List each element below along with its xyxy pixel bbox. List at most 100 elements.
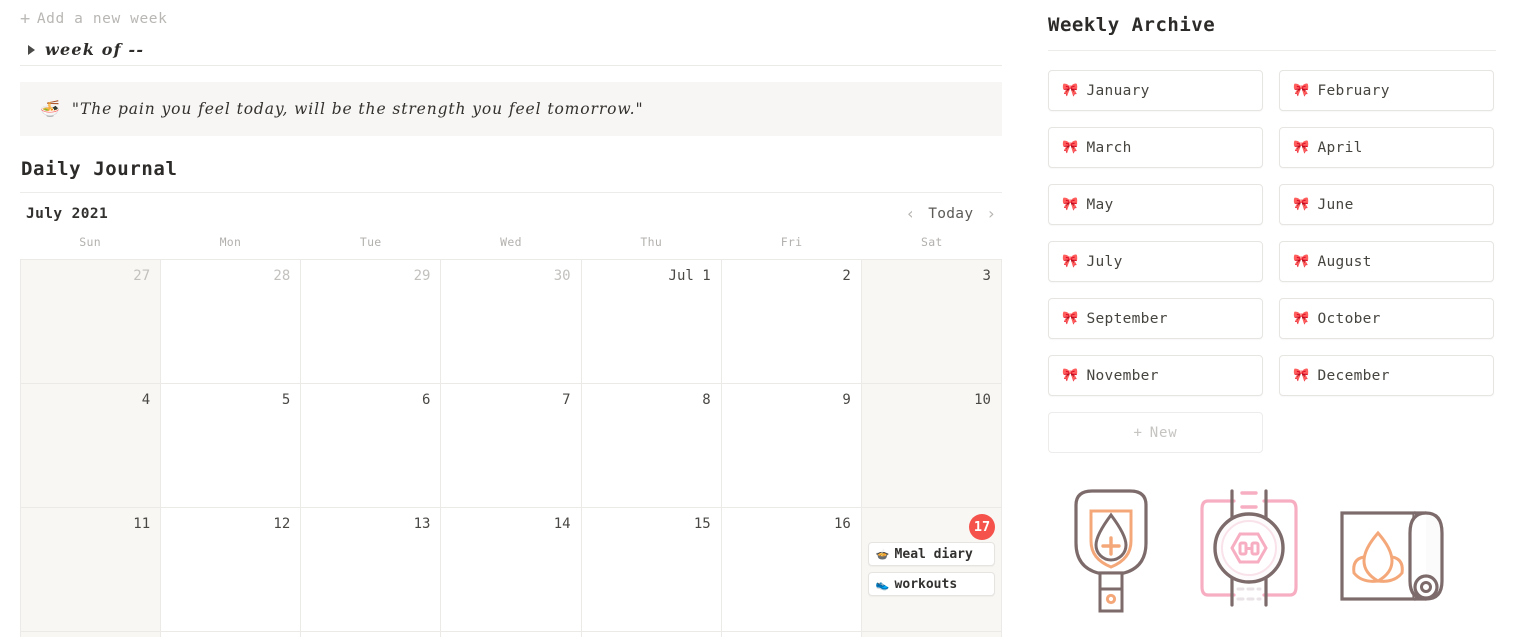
- chevron-right-icon[interactable]: [28, 44, 35, 55]
- calendar-week-row: [20, 632, 1002, 637]
- calendar-week-row: 4 5 6 7 8 9 10: [20, 384, 1002, 508]
- calendar-day-cell[interactable]: 16: [721, 508, 862, 631]
- archive-month-label: November: [1086, 367, 1159, 384]
- calendar-event-label: Meal diary: [894, 546, 973, 562]
- calendar-day-cell[interactable]: [581, 632, 722, 637]
- yoga-mat-illustration: [1340, 511, 1444, 601]
- calendar: July 2021 ‹ Today › Sun Mon Tue Wed Thu Fri Sa…: [20, 193, 1002, 637]
- calendar-day-number: 29: [413, 268, 431, 284]
- calendar-day-number: 15: [693, 516, 711, 532]
- ribbon-icon: 🎀: [1293, 368, 1310, 383]
- new-page-button[interactable]: + New: [1048, 412, 1263, 453]
- archive-month-label: April: [1317, 139, 1363, 156]
- today-button[interactable]: Today: [928, 206, 973, 222]
- calendar-day-cell[interactable]: [861, 632, 1002, 637]
- calendar-event-chip[interactable]: 👟 workouts: [867, 572, 995, 596]
- calendar-grid: 27 28 29 30 Jul 1 2 3 4 5 6 7 8 9 10 11 12 13 14 15 16 17 🍲 Me…: [20, 259, 1002, 637]
- calendar-day-header: Fri: [780, 235, 803, 249]
- journal-panel: + Add a new week week of -- 🍜 "The pain …: [0, 0, 1020, 637]
- calendar-day-number: 13: [413, 516, 431, 532]
- archive-month-button[interactable]: 🎀 June: [1279, 184, 1494, 225]
- archive-month-button[interactable]: 🎀 April: [1279, 127, 1494, 168]
- archive-month-button[interactable]: 🎀 July: [1048, 241, 1263, 282]
- divider: [20, 65, 1002, 66]
- calendar-day-cell[interactable]: 29: [301, 260, 442, 383]
- calendar-day-cell[interactable]: 27: [20, 260, 162, 383]
- calendar-day-cell[interactable]: 15: [581, 508, 722, 631]
- calendar-day-header: Sat: [920, 235, 943, 249]
- calendar-day-number: 2: [842, 268, 851, 284]
- chevron-right-icon[interactable]: ›: [986, 206, 996, 222]
- weekly-archive-panel: Weekly Archive 🎀 January 🎀 February 🎀 March 🎀 A…: [1020, 0, 1522, 637]
- archive-month-button[interactable]: 🎀 December: [1279, 355, 1494, 396]
- food-bowl-icon: 🍜: [40, 99, 60, 118]
- calendar-day-cell[interactable]: 9: [721, 384, 862, 507]
- ribbon-icon: 🎀: [1062, 197, 1079, 212]
- calendar-day-headers: Sun Mon Tue Wed Thu Fri Sat: [20, 235, 1002, 259]
- week-toggle-label: week of --: [45, 40, 145, 59]
- calendar-day-header: Mon: [219, 235, 242, 249]
- calendar-day-cell[interactable]: [441, 632, 582, 637]
- new-page-label: New: [1149, 424, 1178, 441]
- archive-month-button[interactable]: 🎀 August: [1279, 241, 1494, 282]
- ribbon-icon: 🎀: [1062, 83, 1079, 98]
- archive-month-button[interactable]: 🎀 November: [1048, 355, 1263, 396]
- calendar-day-cell[interactable]: 2: [721, 260, 862, 383]
- calendar-day-cell[interactable]: 3: [861, 260, 1002, 383]
- ribbon-icon: 🎀: [1062, 254, 1079, 269]
- ribbon-icon: 🎀: [1293, 311, 1310, 326]
- calendar-day-number: 4: [141, 392, 151, 408]
- archive-month-button[interactable]: 🎀 September: [1048, 298, 1263, 339]
- illustration-row: [1048, 483, 1496, 628]
- calendar-day-cell[interactable]: 6: [301, 384, 442, 507]
- archive-month-button[interactable]: 🎀 January: [1048, 70, 1263, 111]
- calendar-day-cell[interactable]: Jul 1: [581, 260, 722, 383]
- archive-month-button[interactable]: 🎀 October: [1279, 298, 1494, 339]
- calendar-day-cell[interactable]: 17 🍲 Meal diary 👟 workouts: [861, 508, 1002, 631]
- calendar-event-chip[interactable]: 🍲 Meal diary: [867, 542, 995, 566]
- calendar-day-number: 6: [421, 392, 431, 408]
- calendar-day-number: 30: [553, 268, 571, 284]
- calendar-day-number: 9: [842, 392, 851, 408]
- calendar-day-cell[interactable]: 14: [441, 508, 582, 631]
- calendar-day-cell[interactable]: [161, 632, 302, 637]
- today-badge: 17: [968, 514, 995, 540]
- calendar-header: July 2021 ‹ Today ›: [20, 193, 1002, 235]
- ribbon-icon: 🎀: [1062, 368, 1079, 383]
- calendar-day-cell[interactable]: [20, 632, 162, 637]
- page-title: Daily Journal: [21, 158, 178, 180]
- calendar-day-cell[interactable]: 28: [161, 260, 302, 383]
- add-new-week-label: Add a new week: [36, 11, 168, 27]
- calendar-day-cell[interactable]: [721, 632, 862, 637]
- calendar-day-cell[interactable]: 10: [861, 384, 1002, 507]
- archive-month-label: August: [1317, 253, 1372, 270]
- archive-month-button[interactable]: 🎀 May: [1048, 184, 1263, 225]
- calendar-day-cell[interactable]: [301, 632, 442, 637]
- calendar-week-row: 27 28 29 30 Jul 1 2 3: [20, 260, 1002, 384]
- calendar-day-cell[interactable]: 4: [20, 384, 162, 507]
- calendar-day-number: 5: [281, 392, 291, 408]
- month-list: 🎀 January 🎀 February 🎀 March 🎀 April 🎀 May 🎀 June 🎀 J…: [1048, 70, 1496, 396]
- week-toggle-row[interactable]: week of --: [20, 34, 1000, 65]
- archive-month-label: October: [1317, 310, 1381, 327]
- archive-month-button[interactable]: 🎀 February: [1279, 70, 1494, 111]
- ribbon-icon: 🎀: [1062, 311, 1079, 326]
- calendar-day-cell[interactable]: 30: [441, 260, 582, 383]
- add-new-week-button[interactable]: + Add a new week: [20, 0, 1000, 30]
- calendar-day-number: 12: [273, 516, 291, 532]
- calendar-day-cell[interactable]: 8: [581, 384, 722, 507]
- calendar-day-cell[interactable]: 11: [20, 508, 162, 631]
- calendar-day-number: 14: [553, 516, 571, 532]
- ribbon-icon: 🎀: [1293, 197, 1310, 212]
- archive-month-button[interactable]: 🎀 March: [1048, 127, 1263, 168]
- calendar-day-header: Tue: [359, 235, 382, 249]
- calendar-week-row: 11 12 13 14 15 16 17 🍲 Meal diary 👟 workouts: [20, 508, 1002, 632]
- calendar-day-cell[interactable]: 7: [441, 384, 582, 507]
- ribbon-icon: 🎀: [1293, 254, 1310, 269]
- archive-title: Weekly Archive: [1048, 14, 1216, 36]
- calendar-day-cell[interactable]: 12: [161, 508, 302, 631]
- calendar-day-cell[interactable]: 13: [301, 508, 442, 631]
- calendar-day-cell[interactable]: 5: [161, 384, 302, 507]
- calendar-day-number: 11: [133, 516, 151, 532]
- chevron-left-icon[interactable]: ‹: [906, 206, 916, 222]
